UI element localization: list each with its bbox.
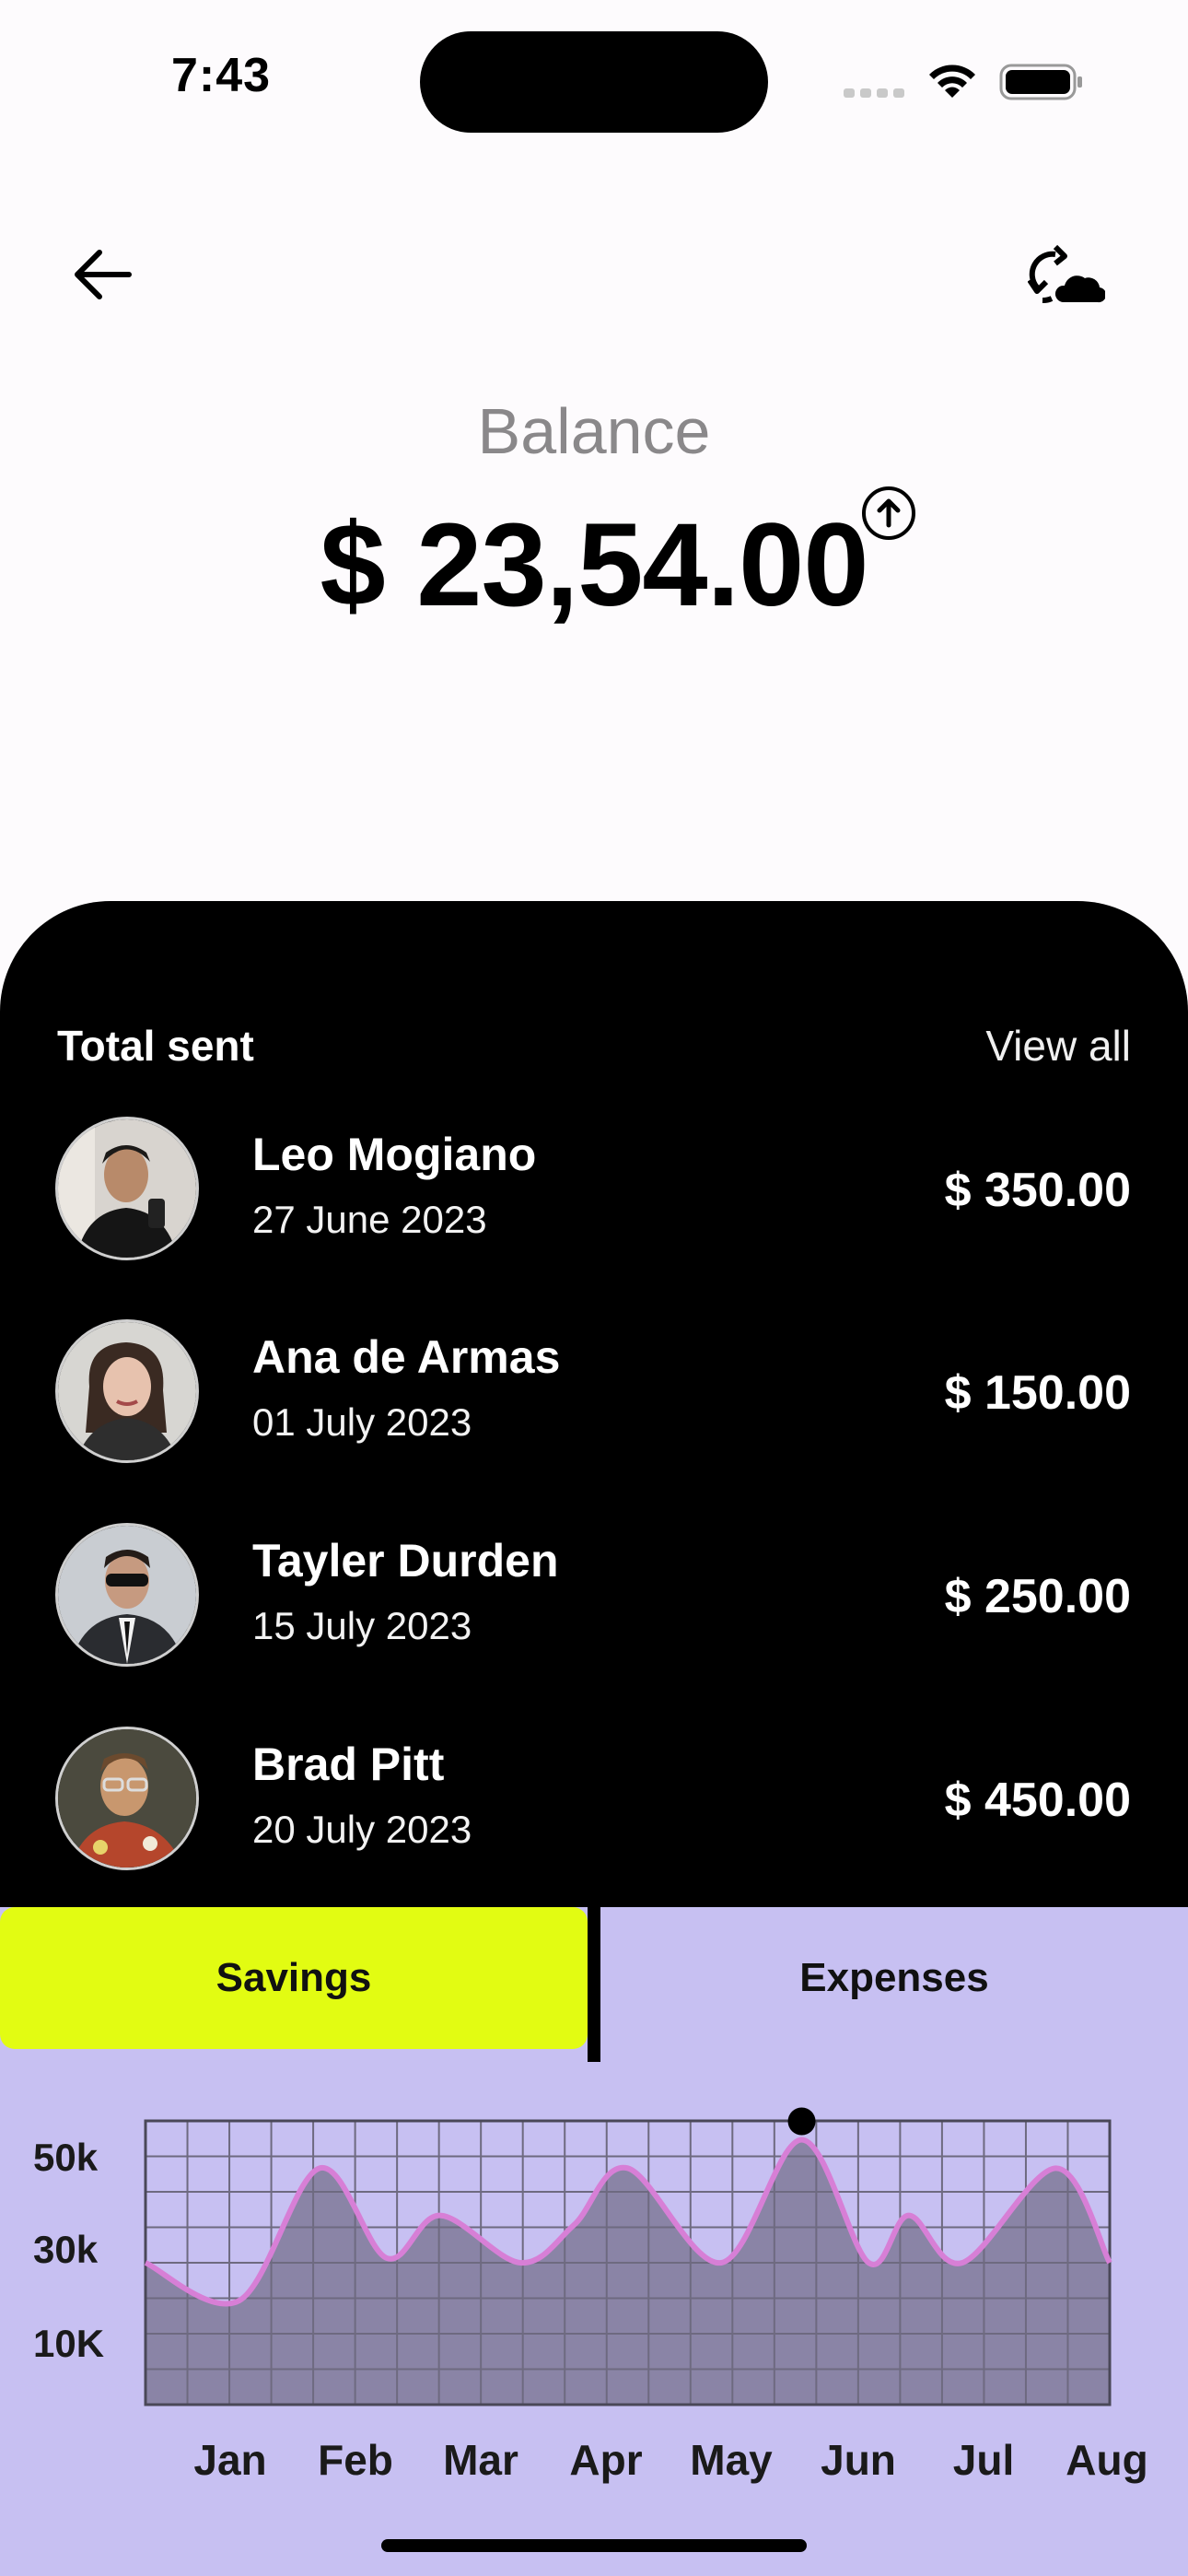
avatar xyxy=(55,1727,199,1870)
view-all-link[interactable]: View all xyxy=(985,1021,1131,1071)
x-tick-label: Feb xyxy=(318,2436,393,2484)
x-tick-label: Mar xyxy=(443,2436,518,2484)
transaction-amount: $ 450.00 xyxy=(944,1774,1131,1827)
list-item[interactable]: Ana de Armas 01 July 2023 $ 150.00 xyxy=(0,1319,1188,1504)
transaction-amount: $ 350.00 xyxy=(944,1164,1131,1217)
y-tick-label: 10K xyxy=(33,2322,104,2365)
sync-button[interactable] xyxy=(1020,234,1112,317)
transaction-amount: $ 250.00 xyxy=(944,1570,1131,1623)
arrow-left-icon xyxy=(75,250,132,299)
savings-chart: 50k 30k 10K Jan Feb Mar Apr May Jun Jul Aug xyxy=(33,2107,1148,2484)
x-tick-label: May xyxy=(690,2436,773,2484)
back-button[interactable] xyxy=(61,238,144,311)
contact-name: Leo Mogiano xyxy=(252,1129,537,1180)
transaction-date: 15 July 2023 xyxy=(252,1604,472,1647)
transaction-date: 27 June 2023 xyxy=(252,1198,487,1241)
list-item[interactable]: Tayler Durden 15 July 2023 $ 250.00 xyxy=(0,1523,1188,1707)
status-time: 7:43 xyxy=(171,49,272,102)
wifi-icon xyxy=(929,64,975,98)
tab-expenses[interactable]: Expenses xyxy=(600,1907,1188,2049)
avatar xyxy=(55,1319,199,1463)
status-icons xyxy=(838,55,1087,107)
x-tick-label: Jan xyxy=(193,2436,266,2484)
x-tick-label: Aug xyxy=(1066,2436,1147,2484)
tab-divider xyxy=(588,1907,600,2062)
y-tick-label: 30k xyxy=(33,2228,99,2271)
avatar xyxy=(55,1117,199,1260)
balance-amount: $ 23,54.00 xyxy=(320,499,869,631)
highlight-point xyxy=(787,2107,816,2136)
cellular-signal-icon xyxy=(844,88,904,98)
balance-label: Balance xyxy=(477,395,711,467)
contact-name: Tayler Durden xyxy=(252,1535,559,1587)
x-tick-label: Jul xyxy=(953,2436,1014,2484)
sync-cloud-icon xyxy=(1028,244,1105,303)
list-item[interactable]: Brad Pitt 20 July 2023 $ 450.00 xyxy=(0,1727,1188,1911)
y-tick-label: 50k xyxy=(33,2136,99,2179)
avatar xyxy=(55,1523,199,1667)
list-item[interactable]: Leo Mogiano 27 June 2023 $ 350.00 xyxy=(0,1117,1188,1301)
transaction-date: 20 July 2023 xyxy=(252,1808,472,1851)
transaction-date: 01 July 2023 xyxy=(252,1400,472,1444)
battery-icon xyxy=(999,64,1082,100)
tab-savings[interactable]: Savings xyxy=(0,1907,588,2049)
x-tick-label: Apr xyxy=(569,2436,642,2484)
section-title: Total sent xyxy=(57,1022,254,1070)
home-indicator xyxy=(381,2539,807,2552)
dynamic-island xyxy=(420,31,768,133)
transaction-amount: $ 150.00 xyxy=(944,1366,1131,1420)
contact-name: Ana de Armas xyxy=(252,1331,561,1383)
x-tick-label: Jun xyxy=(821,2436,896,2484)
contact-name: Brad Pitt xyxy=(252,1739,445,1790)
arrow-up-circle-icon xyxy=(860,485,917,542)
